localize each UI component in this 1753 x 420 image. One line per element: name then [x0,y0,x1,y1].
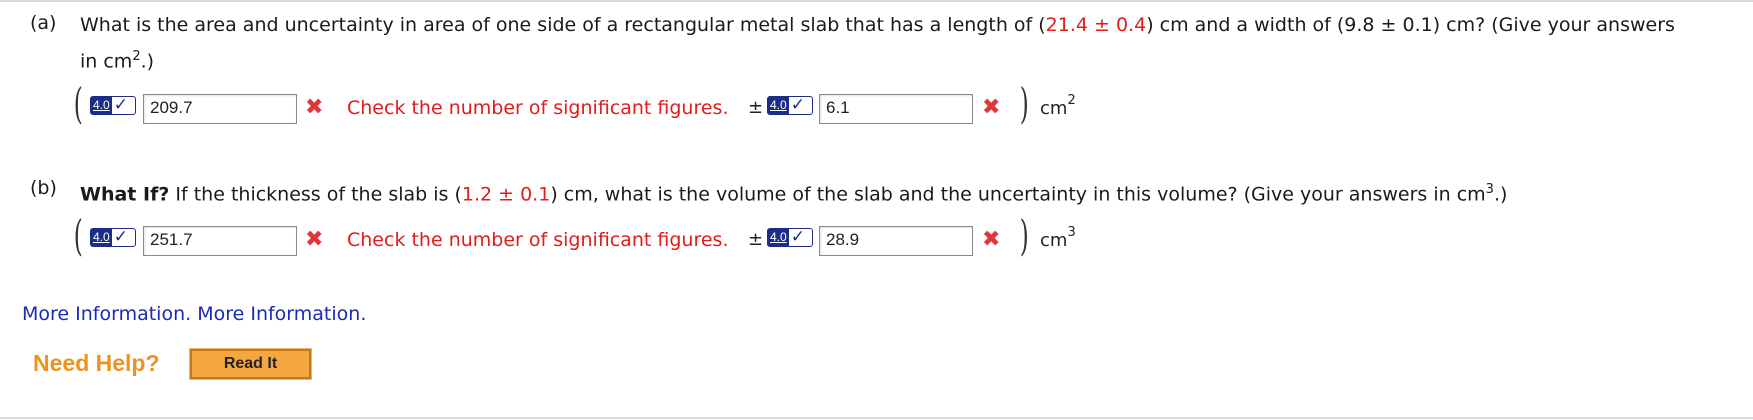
volume-value-input[interactable]: 251.7 [143,226,297,256]
plus-minus-sign: ± [748,97,764,118]
version-label: 4.0 [768,229,789,246]
part-b-answer-row: ( 4.0 ✓ 251.7 ✖ Check the number of sign… [73,211,1076,260]
version-badge-icon[interactable]: 4.0 ✓ [767,228,813,247]
open-paren: ( [73,211,83,260]
part-b-thickness-value: 1.2 ± 0.1 [461,183,551,206]
area-value-input[interactable]: 209.7 [143,94,297,124]
version-badge-icon[interactable]: 4.0 ✓ [90,96,136,115]
part-a-line2-suffix: .) [140,50,155,73]
part-a-line2-prefix: in cm [80,50,133,73]
unit-sup: 2 [1067,93,1076,108]
incorrect-x-icon: ✖ [982,227,1001,252]
area-uncertainty-input[interactable]: 6.1 [819,94,973,124]
part-a-text-2: ) cm and a width of (9.8 ± 0.1) cm? (Giv… [1146,14,1675,36]
version-label: 4.0 [768,97,789,114]
top-divider [0,0,1753,2]
part-a-answer-row: ( 4.0 ✓ 209.7 ✖ Check the number of sign… [73,79,1076,128]
version-label: 4.0 [91,97,112,114]
check-icon: ✓ [113,95,128,115]
version-label: 4.0 [91,229,112,246]
part-a-length-value: 21.4 ± 0.4 [1045,14,1147,36]
part-b-label: (b) [30,177,57,199]
part-a-question-line2: in cm2.) [80,44,154,74]
check-icon: ✓ [790,95,805,115]
part-b-feedback: Check the number of significant figures. [347,229,729,251]
close-paren: ) [1019,79,1029,128]
part-a-question: What is the area and uncertainty in area… [80,12,1675,38]
part-b-text-2: ) cm, what is the volume of the slab and… [550,183,1486,206]
part-b-text-1: If the thickness of the slab is ( [169,183,462,206]
more-information-link[interactable]: More Information. More Information. [22,303,366,325]
bottom-divider [0,417,1753,419]
need-help-label: Need Help? [33,350,160,376]
part-a-line2-sup: 2 [132,49,141,64]
open-paren: ( [73,79,83,128]
part-b-unit: cm3 [1040,225,1076,251]
incorrect-x-icon: ✖ [305,95,324,120]
check-icon: ✓ [790,227,805,247]
part-b-text-sup: 3 [1485,182,1494,197]
volume-uncertainty-input[interactable]: 28.9 [819,226,973,256]
version-badge-icon[interactable]: 4.0 ✓ [767,96,813,115]
check-icon: ✓ [113,227,128,247]
version-badge-icon[interactable]: 4.0 ✓ [90,228,136,247]
part-a-text-1: What is the area and uncertainty in area… [80,14,1046,36]
unit-base: cm [1040,230,1068,251]
close-paren: ) [1019,211,1029,260]
incorrect-x-icon: ✖ [982,95,1001,120]
read-it-button[interactable]: Read It [189,348,312,380]
unit-sup: 3 [1067,225,1076,240]
part-a-feedback: Check the number of significant figures. [347,97,729,119]
part-b-bold-lead: What If? [80,183,170,206]
part-a-label: (a) [30,12,57,34]
part-b-question: What If? If the thickness of the slab is… [80,177,1507,207]
incorrect-x-icon: ✖ [305,227,324,252]
plus-minus-sign: ± [748,229,764,250]
part-b-text-3: .) [1493,183,1508,206]
part-a-unit: cm2 [1040,93,1076,119]
unit-base: cm [1040,98,1068,119]
